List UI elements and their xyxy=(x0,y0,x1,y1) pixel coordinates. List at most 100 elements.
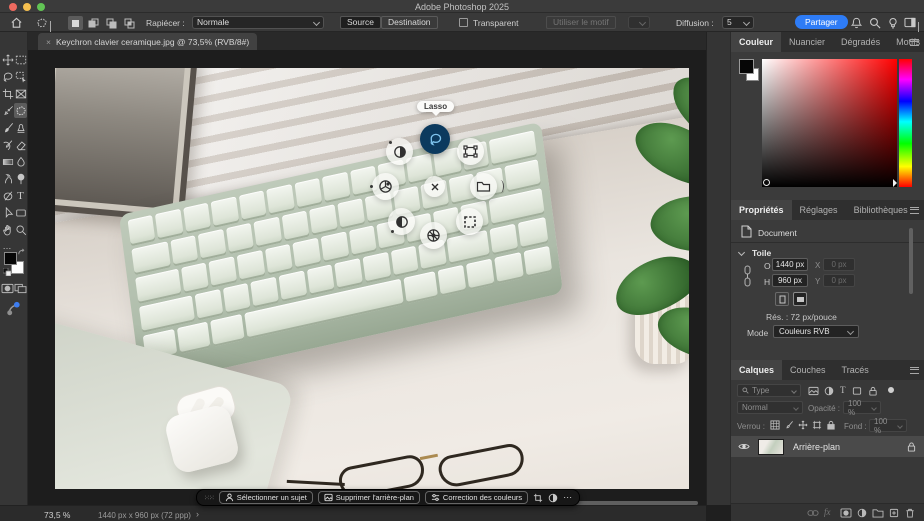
crop-tool-icon[interactable] xyxy=(1,86,14,101)
zoom-tool-icon[interactable] xyxy=(14,222,27,237)
swap-colors-icon[interactable] xyxy=(17,248,26,257)
select-subject-button[interactable]: Sélectionner un sujet xyxy=(219,491,313,504)
tab-couches[interactable]: Couches xyxy=(782,360,834,380)
layer-thumbnail[interactable] xyxy=(758,439,784,455)
filter-adjustment-layers-icon[interactable] xyxy=(824,386,834,396)
tab-nuancier[interactable]: Nuancier xyxy=(781,32,833,52)
add-layer-mask-icon[interactable] xyxy=(840,508,852,518)
new-layer-icon[interactable] xyxy=(889,508,899,518)
foreground-color-swatch[interactable] xyxy=(4,252,17,265)
remove-background-button[interactable]: Supprimer l'arrière-plan xyxy=(318,491,420,504)
pen-tool-icon[interactable] xyxy=(1,188,14,203)
radial-lasso-button-selected[interactable] xyxy=(420,124,450,154)
move-tool-icon[interactable] xyxy=(1,52,14,67)
properties-scrollbar[interactable] xyxy=(909,228,913,294)
history-brush-tool-icon[interactable] xyxy=(1,137,14,152)
layer-name[interactable]: Arrière-plan xyxy=(793,442,907,452)
radial-transform-button[interactable] xyxy=(457,138,484,165)
diffusion-select[interactable]: 5 xyxy=(722,16,754,29)
tab-proprietes[interactable]: Propriétés xyxy=(731,200,792,220)
selection-mode-intersect-icon[interactable] xyxy=(122,16,137,30)
patch-tool-preset-icon[interactable] xyxy=(36,17,48,29)
clone-stamp-tool-icon[interactable] xyxy=(14,120,27,135)
color-mode-select[interactable]: Couleurs RVB xyxy=(773,325,859,338)
patch-tool-icon-selected[interactable] xyxy=(14,103,27,118)
tab-degrades[interactable]: Dégradés xyxy=(833,32,888,52)
layer-filter-select[interactable]: Type xyxy=(737,384,801,397)
color-saturation-field[interactable] xyxy=(762,59,897,187)
height-input[interactable]: 960 px xyxy=(772,274,808,287)
status-chevron-icon[interactable]: › xyxy=(196,509,199,519)
source-button[interactable]: Source xyxy=(340,16,381,29)
tab-couleur[interactable]: Couleur xyxy=(731,32,781,52)
type-tool-icon[interactable]: T xyxy=(14,188,27,203)
color-picker-ring[interactable] xyxy=(763,179,770,186)
selection-mode-add-icon[interactable] xyxy=(86,16,101,30)
delete-layer-trash-icon[interactable] xyxy=(905,508,915,518)
edit-toolbar-ellipsis-icon[interactable]: … xyxy=(1,238,14,253)
orientation-landscape-button-selected[interactable] xyxy=(793,292,807,306)
share-app-logo-icon[interactable] xyxy=(5,300,22,317)
width-input[interactable]: 1440 px xyxy=(772,258,808,271)
taskbar-adjustment-icon[interactable] xyxy=(548,493,558,503)
quick-mask-mode-icon[interactable] xyxy=(1,281,14,296)
canvas-image-keyboard-photo[interactable]: Lasso xyxy=(55,68,689,489)
share-button[interactable]: Partager xyxy=(795,15,848,29)
lasso-tool-icon[interactable] xyxy=(1,69,14,84)
discover-lightbulb-icon[interactable] xyxy=(887,17,899,29)
smudge-tool-icon[interactable] xyxy=(1,171,14,186)
layers-panel-menu-icon[interactable] xyxy=(910,367,919,374)
hue-slider[interactable] xyxy=(899,59,912,187)
brush-tool-icon[interactable] xyxy=(1,120,14,135)
lock-transparency-icon[interactable] xyxy=(770,420,780,430)
tab-calques[interactable]: Calques xyxy=(731,360,782,380)
panel-foreground-swatch[interactable] xyxy=(739,59,754,74)
selection-mode-subtract-icon[interactable] xyxy=(104,16,119,30)
frame-tool-icon[interactable] xyxy=(14,86,27,101)
lock-pixels-icon[interactable] xyxy=(784,420,794,430)
filter-toggle-dot[interactable] xyxy=(888,387,894,393)
zoom-level-field[interactable]: 73,5 % xyxy=(44,510,70,520)
selection-mode-new-icon[interactable] xyxy=(68,16,83,30)
taskbar-drag-handle[interactable]: ⁙⁙ xyxy=(204,494,214,502)
gradient-tool-icon[interactable] xyxy=(1,154,14,169)
tab-traces[interactable]: Tracés xyxy=(834,360,877,380)
layer-style-fx-icon[interactable]: fx xyxy=(824,507,831,517)
link-layers-icon[interactable] xyxy=(807,509,819,517)
lock-position-icon[interactable] xyxy=(798,420,808,430)
object-selection-tool-icon[interactable] xyxy=(14,69,27,84)
new-group-folder-icon[interactable] xyxy=(872,508,884,518)
radial-aperture-button[interactable] xyxy=(420,222,447,249)
search-icon[interactable] xyxy=(869,17,881,29)
layer-lock-icon[interactable] xyxy=(907,442,916,452)
color-panel-menu-icon[interactable] xyxy=(910,39,919,46)
layer-row-arriere-plan[interactable]: Arrière-plan xyxy=(731,436,924,457)
toile-section-chevron-icon[interactable] xyxy=(738,249,745,256)
lock-artboard-icon[interactable] xyxy=(812,420,822,430)
shape-tool-icon[interactable] xyxy=(14,205,27,220)
filter-type-layers-icon[interactable]: T xyxy=(840,385,846,395)
notifications-bell-icon[interactable] xyxy=(851,17,862,29)
filter-shape-layers-icon[interactable] xyxy=(852,386,862,396)
document-tab[interactable]: × Keychron clavier ceramique.jpg @ 73,5%… xyxy=(38,33,257,50)
destination-button[interactable]: Destination xyxy=(381,16,438,29)
color-correction-button[interactable]: Correction des couleurs xyxy=(425,491,528,504)
tab-bibliotheques[interactable]: Bibliothèques xyxy=(846,200,916,220)
dodge-tool-icon[interactable] xyxy=(14,171,27,186)
canvas-pasteboard[interactable]: Lasso xyxy=(28,50,706,505)
taskbar-more-icon[interactable]: ⋯ xyxy=(563,492,572,503)
close-tab-icon[interactable]: × xyxy=(46,37,51,47)
default-colors-icon[interactable] xyxy=(3,268,11,276)
radial-folder-button[interactable] xyxy=(470,173,497,200)
tab-reglages[interactable]: Réglages xyxy=(792,200,846,220)
radial-selection-button[interactable] xyxy=(456,208,483,235)
taskbar-crop-icon[interactable] xyxy=(533,493,543,503)
transparent-checkbox[interactable] xyxy=(459,18,468,27)
hand-tool-icon[interactable] xyxy=(1,222,14,237)
home-icon[interactable] xyxy=(10,16,23,29)
hue-slider-marker[interactable] xyxy=(893,179,901,187)
path-selection-tool-icon[interactable] xyxy=(1,205,14,220)
orientation-portrait-button[interactable] xyxy=(775,292,789,306)
eyedropper-tool-icon[interactable] xyxy=(1,103,14,118)
radial-color-wheel-button[interactable] xyxy=(372,173,399,200)
